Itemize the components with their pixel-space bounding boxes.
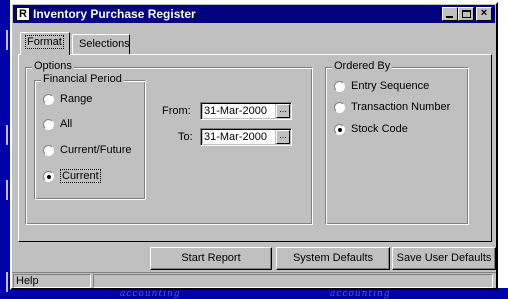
from-date-input[interactable] bbox=[203, 104, 275, 118]
radio-entry-sequence-label: Entry Sequence bbox=[351, 80, 430, 92]
radio-current-future-label: Current/Future bbox=[60, 144, 132, 156]
desktop-left-strip bbox=[0, 0, 10, 299]
radio-circle bbox=[43, 119, 54, 130]
minimize-button[interactable] bbox=[442, 7, 458, 21]
tab-format[interactable]: Format bbox=[20, 32, 70, 55]
tab-format-label: Format bbox=[25, 35, 64, 49]
from-date-picker-button[interactable]: ... bbox=[276, 104, 290, 118]
window-title: Inventory Purchase Register bbox=[33, 7, 196, 21]
tab-selections-label: Selections bbox=[79, 38, 130, 50]
maximize-button[interactable] bbox=[458, 7, 474, 21]
desktop-mark bbox=[6, 125, 8, 145]
format-tab-panel: Options Financial Period Range All Curre… bbox=[18, 54, 492, 242]
save-user-defaults-button[interactable]: Save User Defaults bbox=[392, 247, 496, 270]
close-icon: × bbox=[480, 7, 488, 19]
app-icon[interactable]: R bbox=[16, 7, 30, 21]
from-label: From: bbox=[162, 105, 191, 117]
to-date-field[interactable]: ... bbox=[200, 128, 292, 146]
close-button[interactable]: × bbox=[476, 7, 492, 21]
options-group-label: Options bbox=[32, 60, 74, 72]
radio-circle bbox=[43, 145, 54, 156]
desktop-mark bbox=[6, 180, 8, 200]
to-label: To: bbox=[178, 131, 193, 143]
ordered-by-group: Ordered By Entry Sequence Transaction Nu… bbox=[325, 60, 469, 225]
radio-circle bbox=[334, 81, 345, 92]
radio-circle-selected bbox=[334, 124, 345, 135]
status-bar: Help bbox=[12, 272, 496, 288]
radio-all-label: All bbox=[60, 118, 73, 130]
radio-transaction-number-label: Transaction Number bbox=[351, 101, 451, 113]
radio-current-label: Current bbox=[60, 169, 101, 183]
title-bar[interactable]: R Inventory Purchase Register × bbox=[13, 5, 495, 23]
financial-period-label: Financial Period bbox=[41, 73, 124, 85]
desktop-mark bbox=[6, 272, 8, 292]
minimize-icon bbox=[446, 16, 453, 18]
start-report-button[interactable]: Start Report bbox=[150, 247, 272, 270]
radio-circle-selected bbox=[43, 171, 54, 182]
maximize-icon bbox=[462, 10, 471, 18]
from-date-field[interactable]: ... bbox=[200, 102, 292, 120]
ordered-by-label: Ordered By bbox=[332, 60, 393, 72]
status-help: Help bbox=[13, 274, 91, 288]
report-dialog: R Inventory Purchase Register × Format S… bbox=[10, 2, 498, 290]
radio-range-label: Range bbox=[60, 93, 93, 105]
radio-circle bbox=[43, 94, 54, 105]
options-group: Options Financial Period Range All Curre… bbox=[25, 60, 313, 225]
radio-circle bbox=[334, 102, 345, 113]
background-ghost-text: accounting bbox=[120, 289, 181, 299]
desktop-mark bbox=[6, 30, 8, 50]
status-message bbox=[93, 274, 493, 288]
system-defaults-button[interactable]: System Defaults bbox=[276, 247, 390, 270]
background-ghost-text: accounting bbox=[330, 289, 391, 299]
to-date-input[interactable] bbox=[203, 130, 275, 144]
tab-selections[interactable]: Selections bbox=[72, 34, 130, 54]
financial-period-group: Financial Period Range All Current/Futur… bbox=[34, 73, 146, 200]
radio-stock-code-label: Stock Code bbox=[351, 123, 408, 135]
to-date-picker-button[interactable]: ... bbox=[276, 130, 290, 144]
